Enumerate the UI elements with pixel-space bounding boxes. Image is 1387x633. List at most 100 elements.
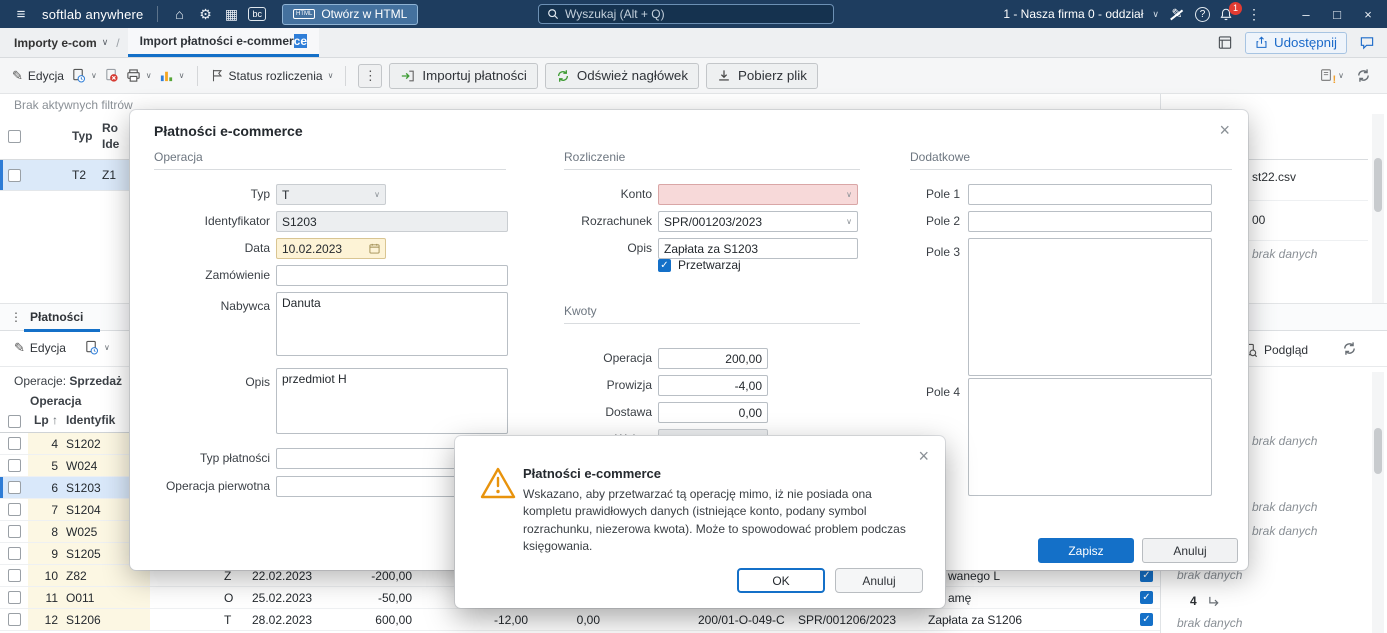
row-checkbox[interactable] xyxy=(8,613,21,626)
refresh-view-icon[interactable] xyxy=(1356,68,1371,83)
open-in-html-button[interactable]: HTML Otwórz w HTML xyxy=(282,3,419,25)
row-checkbox[interactable] xyxy=(8,525,21,538)
quill-edit-icon[interactable]: ✎ xyxy=(1168,6,1186,22)
chevron-down-icon: ∨ xyxy=(104,343,110,352)
process-checkbox[interactable] xyxy=(658,258,671,272)
field4-input[interactable] xyxy=(968,378,1212,496)
close-window-button[interactable]: × xyxy=(1357,7,1379,22)
bc-module-icon[interactable]: bc xyxy=(248,7,266,21)
row-checkbox[interactable] xyxy=(8,437,21,450)
chart-button[interactable]: ∨ xyxy=(159,68,185,83)
scrollbar[interactable] xyxy=(1372,114,1384,303)
select-all-checkbox[interactable] xyxy=(8,130,21,143)
commission-field[interactable] xyxy=(658,375,768,396)
field3-input[interactable] xyxy=(968,238,1212,376)
row-checkbox[interactable] xyxy=(8,169,21,182)
typ-select[interactable]: T ∨ xyxy=(276,184,386,205)
field1-input[interactable] xyxy=(968,184,1212,205)
cancel-button[interactable]: Anuluj xyxy=(1142,538,1238,563)
cell-date: 25.02.2023 xyxy=(252,591,313,605)
scrollbar-thumb[interactable] xyxy=(1374,428,1382,474)
amount-operation-field[interactable] xyxy=(658,348,768,369)
copy-document-button[interactable]: ∨ xyxy=(71,68,97,83)
cell-date: 28.02.2023 xyxy=(252,613,313,627)
column-header-typ[interactable]: Typ xyxy=(72,129,92,143)
scrollbar-thumb[interactable] xyxy=(1374,158,1382,212)
column-header-line1[interactable]: Ro xyxy=(102,121,118,135)
select-all-checkbox[interactable] xyxy=(8,415,21,428)
company-selector[interactable]: 1 - Nasza firma 0 - oddział xyxy=(1003,7,1143,21)
payments-edit-button[interactable]: ✎ Edycja xyxy=(14,340,66,356)
edit-button[interactable]: ✎ Edycja xyxy=(12,68,64,84)
alert-cancel-button[interactable]: Anuluj xyxy=(835,568,923,593)
search-input[interactable] xyxy=(565,7,825,21)
payments-copy-button[interactable]: ∨ xyxy=(84,340,110,355)
apps-grid-icon[interactable]: ▦ xyxy=(218,6,244,23)
row-checkbox[interactable] xyxy=(8,569,21,582)
refresh-panel-icon[interactable] xyxy=(1342,341,1357,356)
delivery-field[interactable] xyxy=(658,402,768,423)
row-checkbox[interactable] xyxy=(8,547,21,560)
breadcrumb[interactable]: Importy e-com xyxy=(14,36,97,50)
settings-gear-icon[interactable]: ⚙ xyxy=(192,6,218,23)
row-checkbox[interactable] xyxy=(8,591,21,604)
home-icon[interactable]: ⌂ xyxy=(166,6,192,22)
row-checkbox[interactable] xyxy=(8,481,21,494)
account-select[interactable]: ∨ xyxy=(658,184,858,205)
close-icon[interactable]: × xyxy=(1219,120,1230,141)
settlement-description-field[interactable] xyxy=(658,238,858,259)
order-field[interactable] xyxy=(276,265,508,286)
settlement-select[interactable]: SPR/001203/2023 ∨ xyxy=(658,211,858,232)
save-button[interactable]: Zapisz xyxy=(1038,538,1134,563)
process-checkbox-row[interactable]: Przetwarzaj xyxy=(658,258,741,272)
cell-id: S1203 xyxy=(66,481,101,495)
maximize-button[interactable]: □ xyxy=(1326,7,1348,22)
notifications-bell-icon[interactable]: 1 xyxy=(1219,1,1242,22)
delete-button[interactable] xyxy=(104,68,119,83)
more-actions-button[interactable]: ⋮ xyxy=(358,63,383,88)
date-field[interactable]: 10.02.2023 xyxy=(276,238,386,259)
help-icon[interactable]: ? xyxy=(1195,6,1210,22)
more-options-icon[interactable]: ⋮ xyxy=(1246,6,1262,23)
import-payments-button[interactable]: Importuj płatności xyxy=(389,62,538,89)
ok-button[interactable]: OK xyxy=(737,568,825,593)
preview-button[interactable]: Podgląd xyxy=(1243,338,1308,362)
table-row[interactable]: 12 S1206 T 28.02.2023 600,00 -12,00 0,00… xyxy=(0,609,1160,631)
chevron-down-icon[interactable]: ∨ xyxy=(102,37,109,48)
comment-icon[interactable] xyxy=(1359,35,1375,50)
minimize-button[interactable]: – xyxy=(1295,7,1317,22)
global-search[interactable] xyxy=(538,4,834,24)
print-button[interactable]: ∨ xyxy=(126,68,152,83)
share-button[interactable]: Udostępnij xyxy=(1245,31,1347,54)
goto-record-icon[interactable] xyxy=(1208,595,1221,608)
panel-layout-icon[interactable] xyxy=(1217,35,1233,50)
download-file-button[interactable]: Pobierz plik xyxy=(706,62,818,89)
row-checkbox[interactable] xyxy=(8,503,21,516)
column-header-identyfikator[interactable]: Identyfik xyxy=(66,413,115,427)
scrollbar[interactable] xyxy=(1372,372,1384,633)
column-header-lp[interactable]: Lp ↑ xyxy=(34,413,58,427)
field2-input[interactable] xyxy=(968,211,1212,232)
tab-platnosci[interactable]: Płatności xyxy=(30,310,83,324)
tab-import-platnosci[interactable]: Import płatności e-commer ce xyxy=(127,28,320,57)
row-checkbox[interactable] xyxy=(8,459,21,472)
process-checkbox[interactable] xyxy=(1140,569,1153,582)
chevron-down-icon: ∨ xyxy=(374,190,380,199)
hamburger-menu-icon[interactable]: ≡ xyxy=(8,6,34,23)
settlement-status-filter[interactable]: Status rozliczenia ∨ xyxy=(210,68,333,83)
cell-id: O011 xyxy=(66,591,95,605)
column-header-line2[interactable]: Ide xyxy=(102,137,119,151)
buyer-field[interactable]: Danuta xyxy=(276,292,508,356)
description-field[interactable]: przedmiot H xyxy=(276,368,508,434)
close-icon[interactable]: × xyxy=(918,446,929,467)
chevron-down-icon[interactable]: ∨ xyxy=(1152,9,1159,20)
warnings-button[interactable]: ! ∨ xyxy=(1319,68,1344,86)
calendar-icon[interactable] xyxy=(369,243,380,254)
process-checkbox[interactable] xyxy=(1140,591,1153,604)
section-more-icon[interactable]: ⋮ xyxy=(10,310,22,324)
refresh-header-button[interactable]: Odśwież nagłówek xyxy=(544,62,699,89)
process-checkbox[interactable] xyxy=(1140,613,1153,626)
field1-label: Pole 1 xyxy=(925,187,960,201)
cell-id: S1205 xyxy=(66,547,101,561)
identifier-field[interactable] xyxy=(276,211,508,232)
